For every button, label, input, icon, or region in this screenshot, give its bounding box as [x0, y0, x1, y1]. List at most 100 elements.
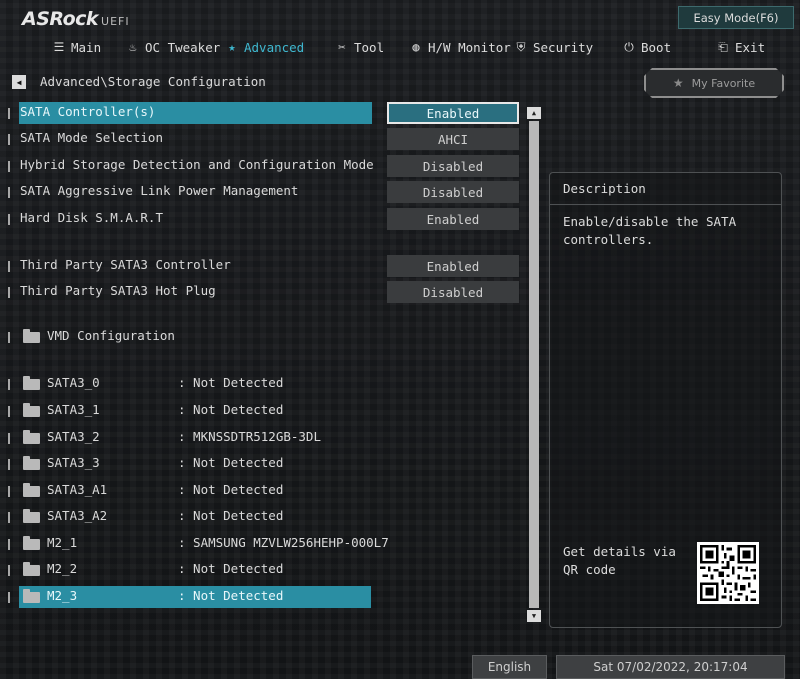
device-port: SATA3_1 — [47, 402, 100, 417]
device-detail: : Not Detected — [178, 588, 284, 603]
tab-main[interactable]: ☰ Main — [52, 36, 102, 58]
device-row[interactable]: SATA3_A1 : Not Detected — [0, 480, 520, 502]
tab-label: OC Tweaker — [145, 39, 221, 55]
qr-code-icon — [700, 545, 756, 601]
device-port: SATA3_0 — [47, 375, 100, 390]
setting-sata-controllers[interactable]: SATA Controller(s) Enabled — [0, 102, 520, 124]
my-favorite-button[interactable]: ★ My Favorite — [644, 68, 784, 98]
device-row[interactable]: SATA3_A2 : Not Detected — [0, 506, 520, 528]
device-detail: : Not Detected — [178, 402, 284, 417]
device-detail: : Not Detected — [178, 561, 284, 576]
device-row[interactable]: SATA3_3 : Not Detected — [0, 453, 520, 475]
back-button[interactable]: ◀ — [12, 75, 26, 89]
setting-label: Hard Disk S.M.A.R.T — [20, 210, 163, 225]
device-row[interactable]: M2_3 : Not Detected — [0, 586, 520, 608]
device-row[interactable]: SATA3_0 : Not Detected — [0, 373, 520, 395]
tab-tool[interactable]: ✂ Tool — [335, 36, 384, 58]
folder-icon — [23, 376, 40, 390]
setting-label: Third Party SATA3 Hot Plug — [20, 283, 216, 298]
sata-mode-value[interactable]: AHCI — [387, 128, 519, 150]
vmd-label: VMD Configuration — [47, 328, 175, 343]
tab-label: Advanced — [244, 39, 305, 55]
sata-controllers-value[interactable]: Enabled — [387, 102, 519, 124]
row-marker — [8, 486, 10, 497]
folder-icon — [23, 456, 40, 470]
asrock-logo: ASRock UEFI — [22, 8, 130, 30]
shield-icon: ⛨ — [516, 39, 526, 54]
menu-icon: ☰ — [53, 40, 65, 54]
device-port: M2_1 — [47, 535, 78, 550]
device-row[interactable]: M2_2 : Not Detected — [0, 559, 520, 581]
tab-hw-monitor[interactable]: ◍ H/W Monitor — [409, 36, 510, 58]
qr-caption: Get details via QR code — [563, 544, 676, 577]
setting-label: Third Party SATA3 Controller — [20, 257, 231, 272]
description-title: Description — [550, 173, 781, 205]
row-marker — [8, 187, 10, 198]
device-port: SATA3_2 — [47, 429, 100, 444]
setting-third-party-controller[interactable]: Third Party SATA3 Controller Enabled — [0, 255, 520, 277]
tab-boot[interactable]: ⏻ Boot — [622, 36, 671, 58]
device-detail: : Not Detected — [178, 508, 284, 523]
device-detail: : MKNSSDTR512GB-3DL — [178, 429, 321, 444]
device-port: SATA3_A1 — [47, 482, 108, 497]
folder-icon — [23, 430, 40, 444]
easy-mode-button[interactable]: Easy Mode(F6) — [678, 6, 794, 29]
description-text: Enable/disable the SATA controllers. — [563, 214, 737, 247]
scroll-up-button[interactable]: ▲ — [527, 107, 541, 119]
setting-third-party-hot-plug[interactable]: Third Party SATA3 Hot Plug Disabled — [0, 281, 520, 303]
tab-exit[interactable]: ⎗ Exit — [716, 36, 765, 58]
tab-advanced[interactable]: ★ Advanced — [225, 36, 304, 58]
device-port: M2_3 — [47, 588, 78, 603]
folder-icon — [23, 536, 40, 550]
tab-label: Tool — [354, 39, 385, 55]
row-marker — [8, 108, 10, 119]
setting-label: SATA Controller(s) — [20, 104, 156, 119]
chevron-left-icon: ◀ — [16, 77, 22, 87]
folder-icon — [23, 403, 40, 417]
hybrid-storage-value[interactable]: Disabled — [387, 155, 519, 177]
row-marker — [8, 433, 10, 444]
tools-icon: ✂ — [338, 40, 346, 54]
alpm-value[interactable]: Disabled — [387, 181, 519, 203]
folder-icon — [23, 562, 40, 576]
device-row[interactable]: SATA3_1 : Not Detected — [0, 400, 520, 422]
row-marker — [8, 214, 10, 225]
star-icon: ★ — [228, 40, 236, 54]
smart-value[interactable]: Enabled — [387, 208, 519, 230]
scrollbar[interactable]: ▲ ▼ — [527, 107, 541, 622]
tab-oc-tweaker[interactable]: ♨ OC Tweaker — [126, 36, 220, 58]
setting-label: Hybrid Storage Detection and Configurati… — [20, 157, 374, 172]
device-port: SATA3_A2 — [47, 508, 108, 523]
third-party-controller-value[interactable]: Enabled — [387, 255, 519, 277]
exit-icon: ⎗ — [718, 39, 728, 54]
tab-label: Security — [533, 39, 594, 55]
setting-hybrid-storage[interactable]: Hybrid Storage Detection and Configurati… — [0, 155, 520, 177]
device-row[interactable]: M2_1 : SAMSUNG MZVLW256HEHP-000L7 — [0, 533, 520, 555]
device-detail: : Not Detected — [178, 455, 284, 470]
third-party-hot-plug-value[interactable]: Disabled — [387, 281, 519, 303]
setting-sata-mode[interactable]: SATA Mode Selection AHCI — [0, 128, 520, 150]
device-port: M2_2 — [47, 561, 78, 576]
device-port: SATA3_3 — [47, 455, 100, 470]
scrollbar-thumb[interactable] — [529, 121, 539, 608]
row-marker — [8, 565, 10, 576]
row-marker — [8, 134, 10, 145]
vmd-configuration-item[interactable]: VMD Configuration — [0, 326, 520, 348]
row-marker — [8, 332, 10, 343]
star-icon: ★ — [672, 76, 684, 90]
scroll-down-button[interactable]: ▼ — [527, 610, 541, 622]
setting-alpm[interactable]: SATA Aggressive Link Power Management Di… — [0, 181, 520, 203]
tab-security[interactable]: ⛨ Security — [514, 36, 593, 58]
folder-icon — [23, 329, 40, 343]
folder-icon — [23, 483, 40, 497]
description-panel: Description Enable/disable the SATA cont… — [549, 172, 782, 628]
row-marker — [8, 406, 10, 417]
language-button[interactable]: English — [472, 655, 547, 679]
row-marker — [8, 592, 10, 603]
setting-label: SATA Mode Selection — [20, 130, 163, 145]
favorite-label: My Favorite — [691, 76, 756, 90]
setting-smart[interactable]: Hard Disk S.M.A.R.T Enabled — [0, 208, 520, 230]
device-detail: : Not Detected — [178, 375, 284, 390]
folder-icon — [23, 589, 40, 603]
device-row[interactable]: SATA3_2 : MKNSSDTR512GB-3DL — [0, 427, 520, 449]
